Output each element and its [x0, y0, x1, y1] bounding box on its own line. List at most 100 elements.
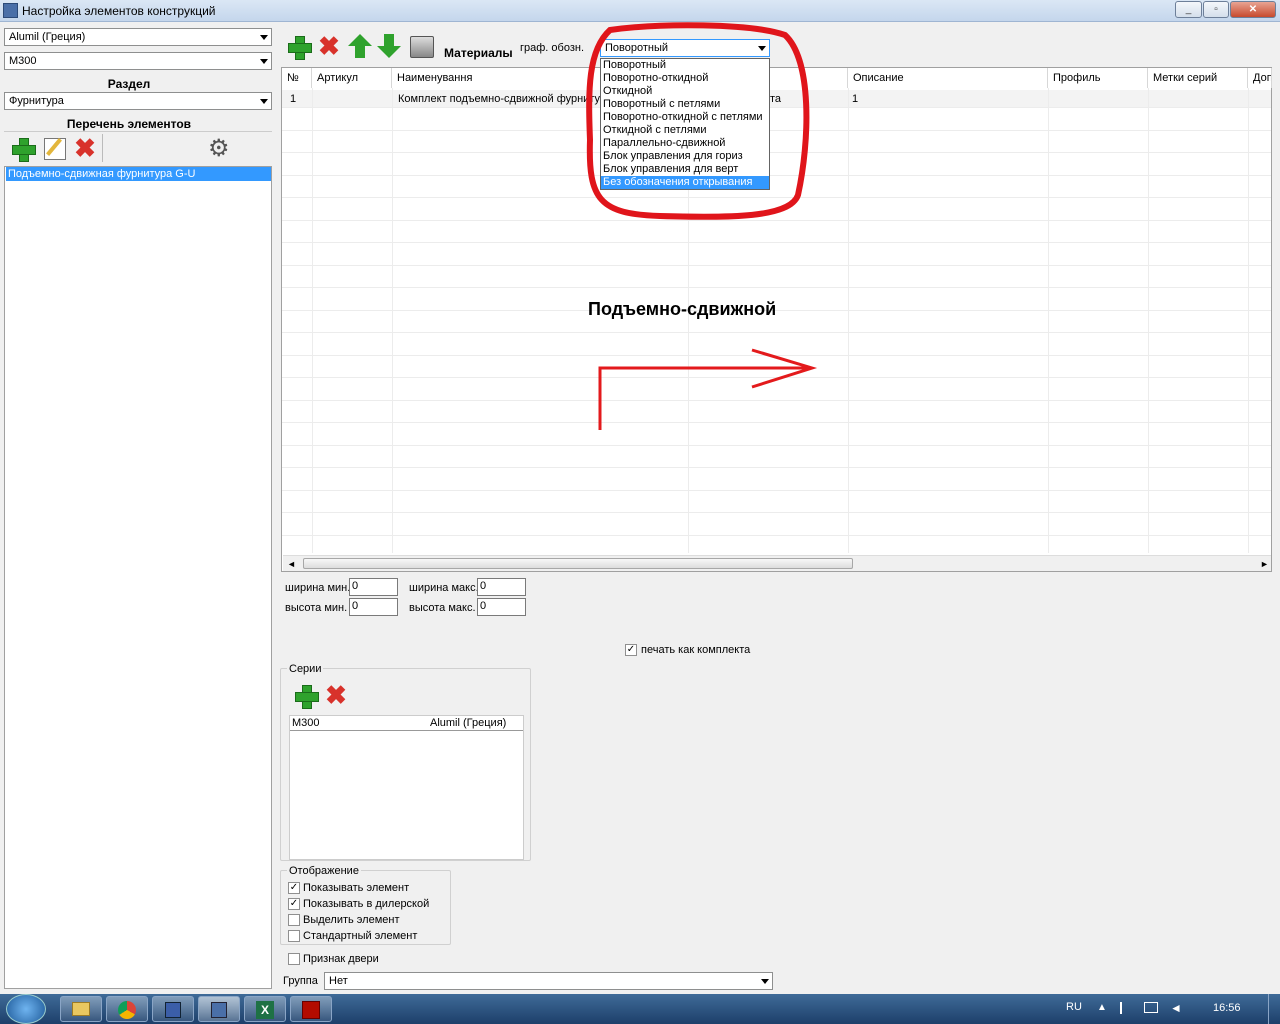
col-header-extra[interactable]: Доп	[1248, 68, 1272, 88]
element-list: Подъемно-сдвижная фурнитура G-U	[4, 166, 272, 989]
group-combo[interactable]: Нет	[324, 972, 773, 990]
arrow-down-icon[interactable]	[377, 46, 401, 58]
show-desktop-button[interactable]	[1268, 994, 1280, 1024]
annotation-stroke	[586, 22, 810, 220]
print-as-kit-checkbox[interactable]: ✓	[625, 644, 637, 656]
show-element-label: Показывать элемент	[303, 882, 410, 894]
scroll-right-icon[interactable]: ►	[1260, 559, 1269, 569]
grid-row-line	[282, 512, 1271, 513]
col-header-num[interactable]: №	[282, 68, 312, 88]
height-max-label: высота макс.	[409, 602, 476, 614]
network-icon[interactable]	[1144, 1002, 1158, 1013]
language-indicator[interactable]: RU	[1066, 1001, 1082, 1013]
delete-icon[interactable]: ✖	[72, 135, 98, 161]
table-row[interactable]: M300 Alumil (Греция)	[290, 716, 523, 731]
vendor-cell: Alumil (Греция)	[430, 717, 507, 729]
col-header-series-marks[interactable]: Метки серий	[1148, 68, 1248, 88]
show-dealer-label: Показывать в дилерской	[303, 898, 430, 910]
delete-series-icon[interactable]: ✖	[323, 682, 349, 708]
floppy-icon	[165, 1002, 181, 1018]
minimize-button[interactable]: _	[1175, 1, 1202, 18]
width-max-label: ширина макс.	[409, 582, 479, 594]
highlight-element-checkbox[interactable]	[288, 914, 300, 926]
show-element-checkbox[interactable]: ✓	[288, 882, 300, 894]
grid-row-line	[282, 444, 1271, 446]
chrome-taskbar-button[interactable]	[106, 996, 148, 1022]
group-value: Нет	[329, 975, 348, 987]
col-header-description[interactable]: Описание	[848, 68, 1048, 88]
materials-label: Материалы	[444, 46, 513, 60]
grid-col-line	[1248, 88, 1249, 553]
close-button[interactable]: ✕	[1230, 1, 1276, 18]
grid-col-line	[848, 88, 849, 553]
grid-row-line	[282, 264, 1271, 266]
app-taskbar-button[interactable]	[152, 996, 194, 1022]
grid-row-line	[282, 287, 1271, 288]
settings-window-taskbar-button[interactable]	[198, 996, 240, 1022]
standard-element-checkbox[interactable]	[288, 930, 300, 942]
window-title: Настройка элементов конструкций	[22, 4, 216, 18]
display-group: Отображение ✓ Показывать элемент ✓ Показ…	[280, 865, 451, 945]
height-min-input[interactable]: 0	[349, 598, 398, 616]
scroll-left-icon[interactable]: ◄	[287, 559, 296, 569]
start-button[interactable]	[6, 994, 46, 1024]
excel-taskbar-button[interactable]: X	[244, 996, 286, 1022]
opening-arrow	[598, 348, 818, 430]
vendor-combo[interactable]: Alumil (Греция)	[4, 28, 272, 46]
width-min-label: ширина мин.	[285, 582, 351, 594]
excel-icon: X	[256, 1001, 274, 1019]
height-max-input[interactable]: 0	[477, 598, 526, 616]
horizontal-scrollbar[interactable]: ◄ ►	[283, 555, 1271, 571]
edit-icon[interactable]	[44, 138, 66, 160]
col-header-article[interactable]: Артикул	[312, 68, 392, 88]
left-toolbar: ✖ ⚙	[4, 131, 272, 165]
grid-col-line	[1148, 88, 1149, 553]
arrow-up-icon[interactable]	[348, 34, 372, 46]
vendor-value: Alumil (Греция)	[9, 31, 86, 43]
grid-col-line	[392, 88, 393, 553]
scrollbar-thumb[interactable]	[303, 558, 853, 569]
cell-description: 1	[852, 93, 859, 105]
graph-label: граф. обозн.	[520, 42, 584, 54]
pdf-taskbar-button[interactable]	[290, 996, 332, 1022]
clock[interactable]: 16:56	[1213, 1002, 1241, 1014]
maximize-button[interactable]: ▫	[1203, 1, 1229, 18]
grid-row-line	[282, 309, 1271, 311]
print-as-kit-label: печать как комплекта	[641, 644, 751, 656]
door-sign-label: Признак двери	[303, 953, 379, 965]
folder-icon	[72, 1002, 90, 1016]
height-min-label: высота мин.	[285, 602, 348, 614]
grid-row-line	[282, 467, 1271, 468]
arrow-up-icon-stem	[355, 46, 365, 58]
taskbar: X RU ▲ ◄ 16:56	[0, 994, 1280, 1024]
add-icon[interactable]	[10, 136, 36, 162]
volume-icon[interactable]: ◄	[1170, 1001, 1182, 1015]
show-dealer-checkbox[interactable]: ✓	[288, 898, 300, 910]
explorer-taskbar-button[interactable]	[60, 996, 102, 1022]
printer-icon[interactable]	[410, 36, 434, 58]
series-combo[interactable]: M300	[4, 52, 272, 70]
width-max-input[interactable]: 0	[477, 578, 526, 596]
series-value: M300	[9, 55, 37, 67]
flag-icon[interactable]	[1120, 1002, 1132, 1014]
toolbar-divider	[102, 134, 103, 162]
col-header-profile[interactable]: Профиль	[1048, 68, 1148, 88]
list-item[interactable]: Подъемно-сдвижная фурнитура G-U	[6, 167, 271, 181]
chevron-down-icon	[260, 99, 268, 104]
section-combo[interactable]: Фурнитура	[4, 92, 272, 110]
delete-icon[interactable]: ✖	[316, 33, 342, 59]
add-icon[interactable]	[286, 34, 312, 60]
cell-num: 1	[290, 93, 297, 105]
gear-icon[interactable]: ⚙	[208, 136, 230, 162]
tray-expand-icon[interactable]: ▲	[1097, 1002, 1107, 1013]
width-min-input[interactable]: 0	[349, 578, 398, 596]
series-cell: M300	[292, 717, 320, 729]
standard-element-label: Стандартный элемент	[303, 930, 418, 942]
grid-row-line	[282, 489, 1271, 491]
chevron-down-icon	[260, 59, 268, 64]
highlight-element-label: Выделить элемент	[303, 914, 400, 926]
add-series-icon[interactable]	[293, 683, 319, 709]
main-toolbar: ✖	[284, 32, 444, 62]
grid-row-line	[282, 534, 1271, 536]
door-sign-checkbox[interactable]	[288, 953, 300, 965]
